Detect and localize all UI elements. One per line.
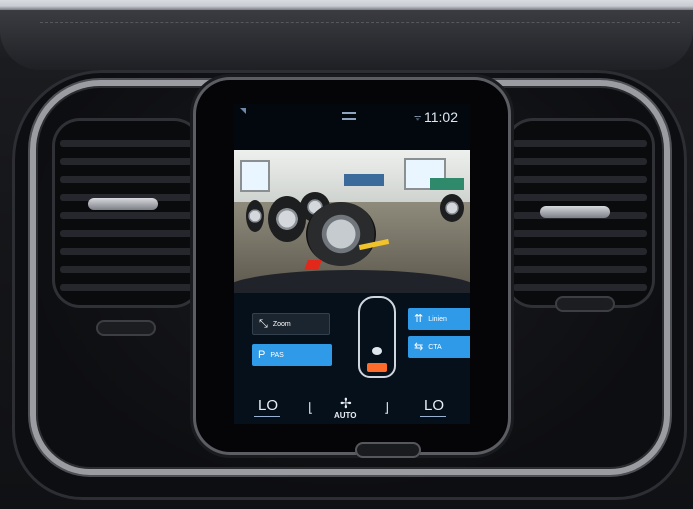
- linien-label: Linien: [428, 315, 447, 323]
- vent-slat: [513, 266, 647, 273]
- zoom-label: Zoom: [272, 320, 291, 328]
- vent-slat: [60, 212, 194, 219]
- seat-heat-right-icon[interactable]: ⌋: [384, 400, 389, 416]
- clock-time: 11:02: [424, 109, 458, 125]
- vent-slat: [513, 248, 647, 255]
- car-dashboard-scene: ᯤ 11:02 ⤡ Zoom P PAS ⇈ Linien ⇆ CTA LO ⌊…: [0, 0, 693, 509]
- vent-slat: [513, 158, 647, 165]
- vent-slat: [60, 176, 194, 183]
- tyre-image: [246, 200, 264, 232]
- left-temperature[interactable]: LO: [258, 397, 278, 414]
- left-air-vent: [52, 118, 202, 308]
- vent-slat: [513, 284, 647, 291]
- zoom-icon: ⤡: [259, 317, 268, 330]
- vent-slat: [60, 158, 194, 165]
- guide-lines-icon: ⇈: [414, 312, 424, 325]
- left-vent-adjuster[interactable]: [88, 198, 158, 210]
- vent-slat: [60, 284, 194, 291]
- tyre-image: [306, 202, 376, 266]
- linien-button[interactable]: ⇈ Linien: [408, 308, 470, 330]
- tyre-image: [440, 194, 464, 222]
- fan-mode-label[interactable]: AUTO: [334, 411, 357, 420]
- cta-button[interactable]: ⇆ CTA: [408, 336, 470, 358]
- vent-slat: [60, 140, 194, 147]
- left-vent-control-tab[interactable]: [96, 320, 156, 336]
- zoom-button[interactable]: ⤡ Zoom: [252, 313, 330, 335]
- vent-slat: [60, 266, 194, 273]
- park-assist-icon: P: [258, 348, 266, 361]
- pas-label: PAS: [270, 351, 284, 359]
- vent-slat: [513, 176, 647, 183]
- camera-position-icon: [372, 347, 382, 355]
- cta-label: CTA: [428, 343, 442, 351]
- home-button[interactable]: [355, 442, 421, 458]
- rear-sensor-alert: [367, 363, 387, 372]
- garage-window: [240, 160, 270, 192]
- pull-down-handle-icon[interactable]: [342, 112, 356, 120]
- climate-bar: LO ⌊ ✢ AUTO ⌋ LO: [234, 392, 470, 424]
- right-temperature[interactable]: LO: [424, 397, 444, 414]
- status-corner-icon: [240, 108, 246, 114]
- vent-slat: [513, 140, 647, 147]
- rear-camera-view: [234, 150, 470, 293]
- right-temp-indicator: [420, 416, 446, 417]
- vent-slat: [513, 194, 647, 201]
- pas-button[interactable]: P PAS: [252, 344, 332, 366]
- status-bar: ᯤ 11:02: [234, 104, 470, 134]
- signal-icon: ᯤ: [414, 113, 422, 122]
- cross-traffic-alert-icon: ⇆: [414, 340, 424, 353]
- vent-slat: [60, 248, 194, 255]
- touchscreen: ᯤ 11:02 ⤡ Zoom P PAS ⇈ Linien ⇆ CTA LO ⌊…: [234, 104, 470, 424]
- fan-icon[interactable]: ✢: [340, 395, 352, 412]
- dashboard-top: [0, 10, 693, 70]
- workshop-shelf: [344, 174, 384, 186]
- workshop-shelf: [430, 178, 464, 190]
- left-temp-indicator: [254, 416, 280, 417]
- dashboard-stitching: [40, 22, 680, 23]
- vent-slat: [60, 230, 194, 237]
- right-vent-adjuster[interactable]: [540, 206, 610, 218]
- seat-heat-left-icon[interactable]: ⌊: [308, 400, 313, 416]
- vent-slat: [513, 230, 647, 237]
- right-vent-control-tab[interactable]: [555, 296, 615, 312]
